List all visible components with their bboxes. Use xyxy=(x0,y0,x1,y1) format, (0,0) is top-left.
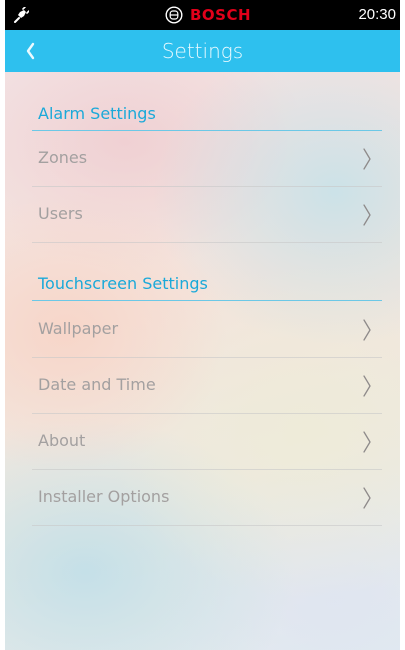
menu-item-wallpaper[interactable]: Wallpaper xyxy=(32,302,382,358)
chevron-right-icon xyxy=(363,319,371,341)
status-time: 20:30 xyxy=(358,6,396,23)
menu-item-date-and-time[interactable]: Date and Time xyxy=(32,358,382,414)
menu-item-label: Zones xyxy=(38,148,88,167)
menu-item-zones[interactable]: Zones xyxy=(32,131,382,187)
chevron-left-icon xyxy=(26,42,35,60)
menu-item-label: Wallpaper xyxy=(38,319,119,338)
chevron-right-icon xyxy=(363,431,371,453)
bosch-logo-icon xyxy=(165,6,183,24)
chevron-right-icon xyxy=(363,204,371,226)
header-bar: Settings xyxy=(5,30,400,72)
status-bar: BOSCH 20:30 xyxy=(5,0,400,30)
section-header-touchscreen-settings: Touchscreen Settings xyxy=(32,272,382,301)
brand-name: BOSCH xyxy=(190,6,252,24)
power-plug-icon xyxy=(14,7,29,23)
page-title: Settings xyxy=(161,39,244,63)
menu-item-label: Date and Time xyxy=(38,375,156,394)
section-header-alarm-settings: Alarm Settings xyxy=(32,102,382,131)
section-title: Alarm Settings xyxy=(38,104,156,123)
menu-item-label: Users xyxy=(38,204,83,223)
chevron-right-icon xyxy=(363,375,371,397)
chevron-right-icon xyxy=(363,487,371,509)
menu-item-users[interactable]: Users xyxy=(32,187,382,243)
settings-list: Alarm Settings Zones Users Touchscreen S… xyxy=(5,72,400,650)
menu-item-installer-options[interactable]: Installer Options xyxy=(32,470,382,526)
menu-item-label: Installer Options xyxy=(38,487,170,506)
menu-item-about[interactable]: About xyxy=(32,414,382,470)
device-screen: BOSCH 20:30 Settings Alarm Settings Zone… xyxy=(5,0,400,650)
section-title: Touchscreen Settings xyxy=(38,274,208,293)
chevron-right-icon xyxy=(363,148,371,170)
back-button[interactable] xyxy=(5,30,49,72)
brand: BOSCH xyxy=(165,5,251,25)
menu-item-label: About xyxy=(38,431,86,450)
